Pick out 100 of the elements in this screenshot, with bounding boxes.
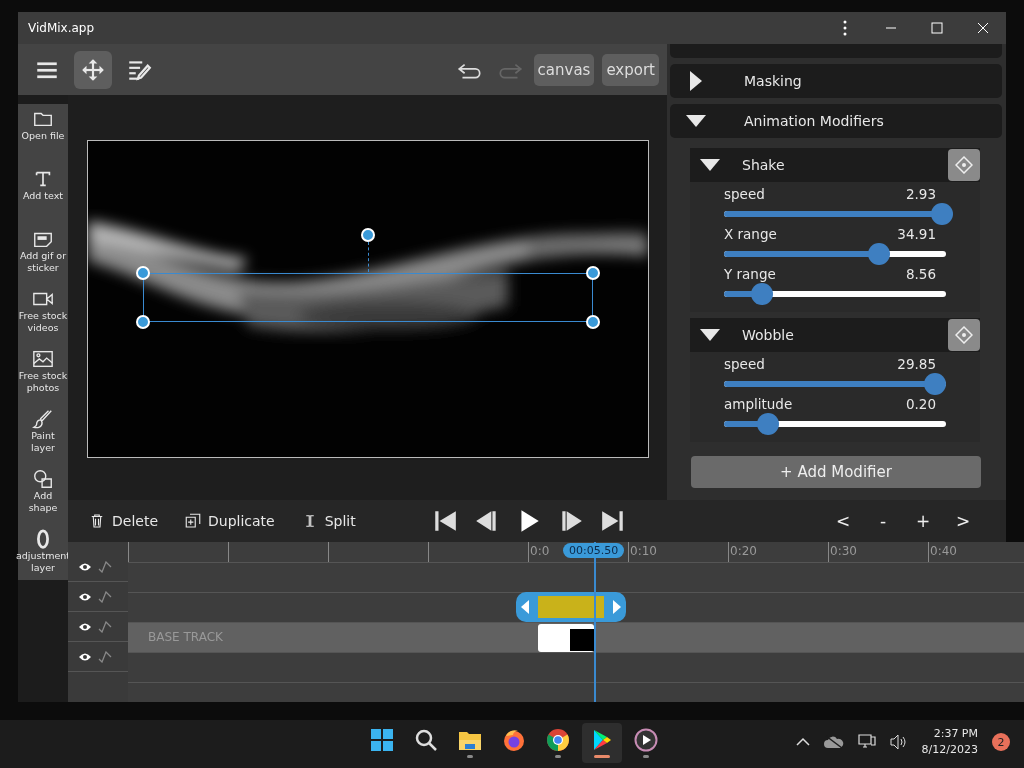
keyframe-icon [955,326,973,344]
sidebar-item[interactable]: Free stock photos [18,348,68,402]
taskbar-app[interactable] [582,723,622,763]
end-button[interactable] [599,508,626,534]
menu-icon [37,61,57,78]
skip-end-icon [601,511,623,531]
media-player-icon [634,728,658,752]
tick-label: 0:0 [530,544,550,558]
curve-icon[interactable] [98,650,112,663]
eye-icon[interactable] [78,561,92,572]
keyframe-icon [955,156,973,174]
selection-box[interactable] [136,228,600,330]
sidebar-item[interactable]: Add shape [18,468,68,522]
folder-icon [459,732,481,750]
windows-logo-icon [371,729,393,751]
split-button[interactable]: Split [300,512,356,530]
trim-left-icon[interactable] [521,600,531,614]
chevron-up-icon[interactable] [795,737,810,747]
param-label: amplitude [724,396,793,412]
play-store-icon [594,730,611,750]
param-label: Y range [724,266,776,282]
sidebar-item[interactable]: Free stock videos [18,288,68,342]
modifier-header[interactable]: Wobble [690,318,980,352]
param-label: X range [724,226,777,242]
undo-icon [457,63,481,78]
param-value: 2.93 [905,186,936,202]
redo-icon [499,63,522,78]
tick-label: 0:30 [830,544,857,558]
notification-badge[interactable]: 2 [992,733,1010,751]
skip-start-icon [435,511,456,531]
tick-label: 0:10 [630,544,657,558]
tick-label: 0:20 [730,544,757,558]
param-value: 34.91 [897,226,936,242]
brush-icon [33,410,52,429]
slider-thumb[interactable] [757,413,780,435]
duplicate-icon [185,513,201,528]
zoom-button[interactable]: > [954,511,972,531]
timeline-clip[interactable] [516,592,626,622]
param-value: 29.85 [897,356,936,372]
image-icon [33,351,53,367]
eye-icon[interactable] [78,651,92,662]
modifier-header[interactable]: Shake [690,148,980,182]
sidebar-item[interactable]: Paint layer [18,408,68,462]
adjustment-icon [37,529,49,549]
zoom-button[interactable]: - [874,511,892,531]
slider-thumb[interactable] [923,373,946,395]
fox-globe-icon [504,730,524,751]
slider-thumb[interactable] [868,243,891,265]
modifier-title: Shake [742,157,786,173]
track-label: BASE TRACK [148,630,223,644]
slider-thumb[interactable] [750,283,773,305]
curve-icon[interactable] [98,620,112,633]
param-label: speed [724,186,765,202]
folder-icon [34,112,52,127]
zoom-button[interactable]: < [834,511,852,531]
edit-icon [129,60,152,80]
move-tool-button[interactable] [74,50,112,89]
sidebar-item[interactable]: Add gif or sticker [18,228,68,282]
clip-thumbnail[interactable] [538,624,594,652]
keyframe-button[interactable] [948,149,980,181]
sidebar-item[interactable]: adjustment layer [18,528,68,582]
toolbar-button[interactable]: canvas [533,53,595,86]
gif-icon [34,232,52,247]
param-value: 8.56 [905,266,936,282]
slider-thumb[interactable] [930,203,953,225]
time: 2:37 PM [933,726,978,742]
eye-icon[interactable] [78,621,92,632]
video-camera-icon [33,292,53,306]
trim-right-icon[interactable] [611,600,621,614]
shapes-icon [34,470,52,488]
modifier-title: Wobble [742,327,795,343]
sidebar-item[interactable]: Open file [18,108,68,162]
curve-icon[interactable] [98,590,112,603]
keyframe-button[interactable] [948,319,980,351]
trash-icon [91,514,103,528]
clock[interactable]: 2:37 PM 8/12/2023 [921,726,978,758]
sidebar-item[interactable]: Add text [18,168,68,222]
volume-icon[interactable] [889,734,908,750]
toolbar-button[interactable]: export [602,53,659,86]
step-forward-icon [562,511,582,531]
section-header[interactable]: Masking [670,64,1002,98]
tick-label: 0:40 [930,544,957,558]
date: 8/12/2023 [921,742,978,758]
playhead-time: 00:05.50 [563,543,625,558]
zoom-button[interactable]: + [914,511,932,531]
section-header[interactable]: Animation Modifiers [670,104,1002,138]
play-icon [521,510,539,532]
text-icon [35,171,51,187]
param-value: 0.20 [905,396,936,412]
duplicate-button[interactable]: Duplicate [184,512,275,530]
chrome-icon [547,729,569,751]
cloud-off-icon[interactable] [823,735,844,749]
curve-icon[interactable] [98,560,112,573]
eye-icon[interactable] [78,591,92,602]
move-icon [82,58,104,81]
window-title: VidMix.app [28,21,96,35]
network-icon[interactable] [857,733,876,751]
add-modifier-button[interactable]: + Add Modifier [691,456,981,488]
delete-button[interactable]: Delete [88,512,158,530]
step-back-icon [475,511,496,531]
